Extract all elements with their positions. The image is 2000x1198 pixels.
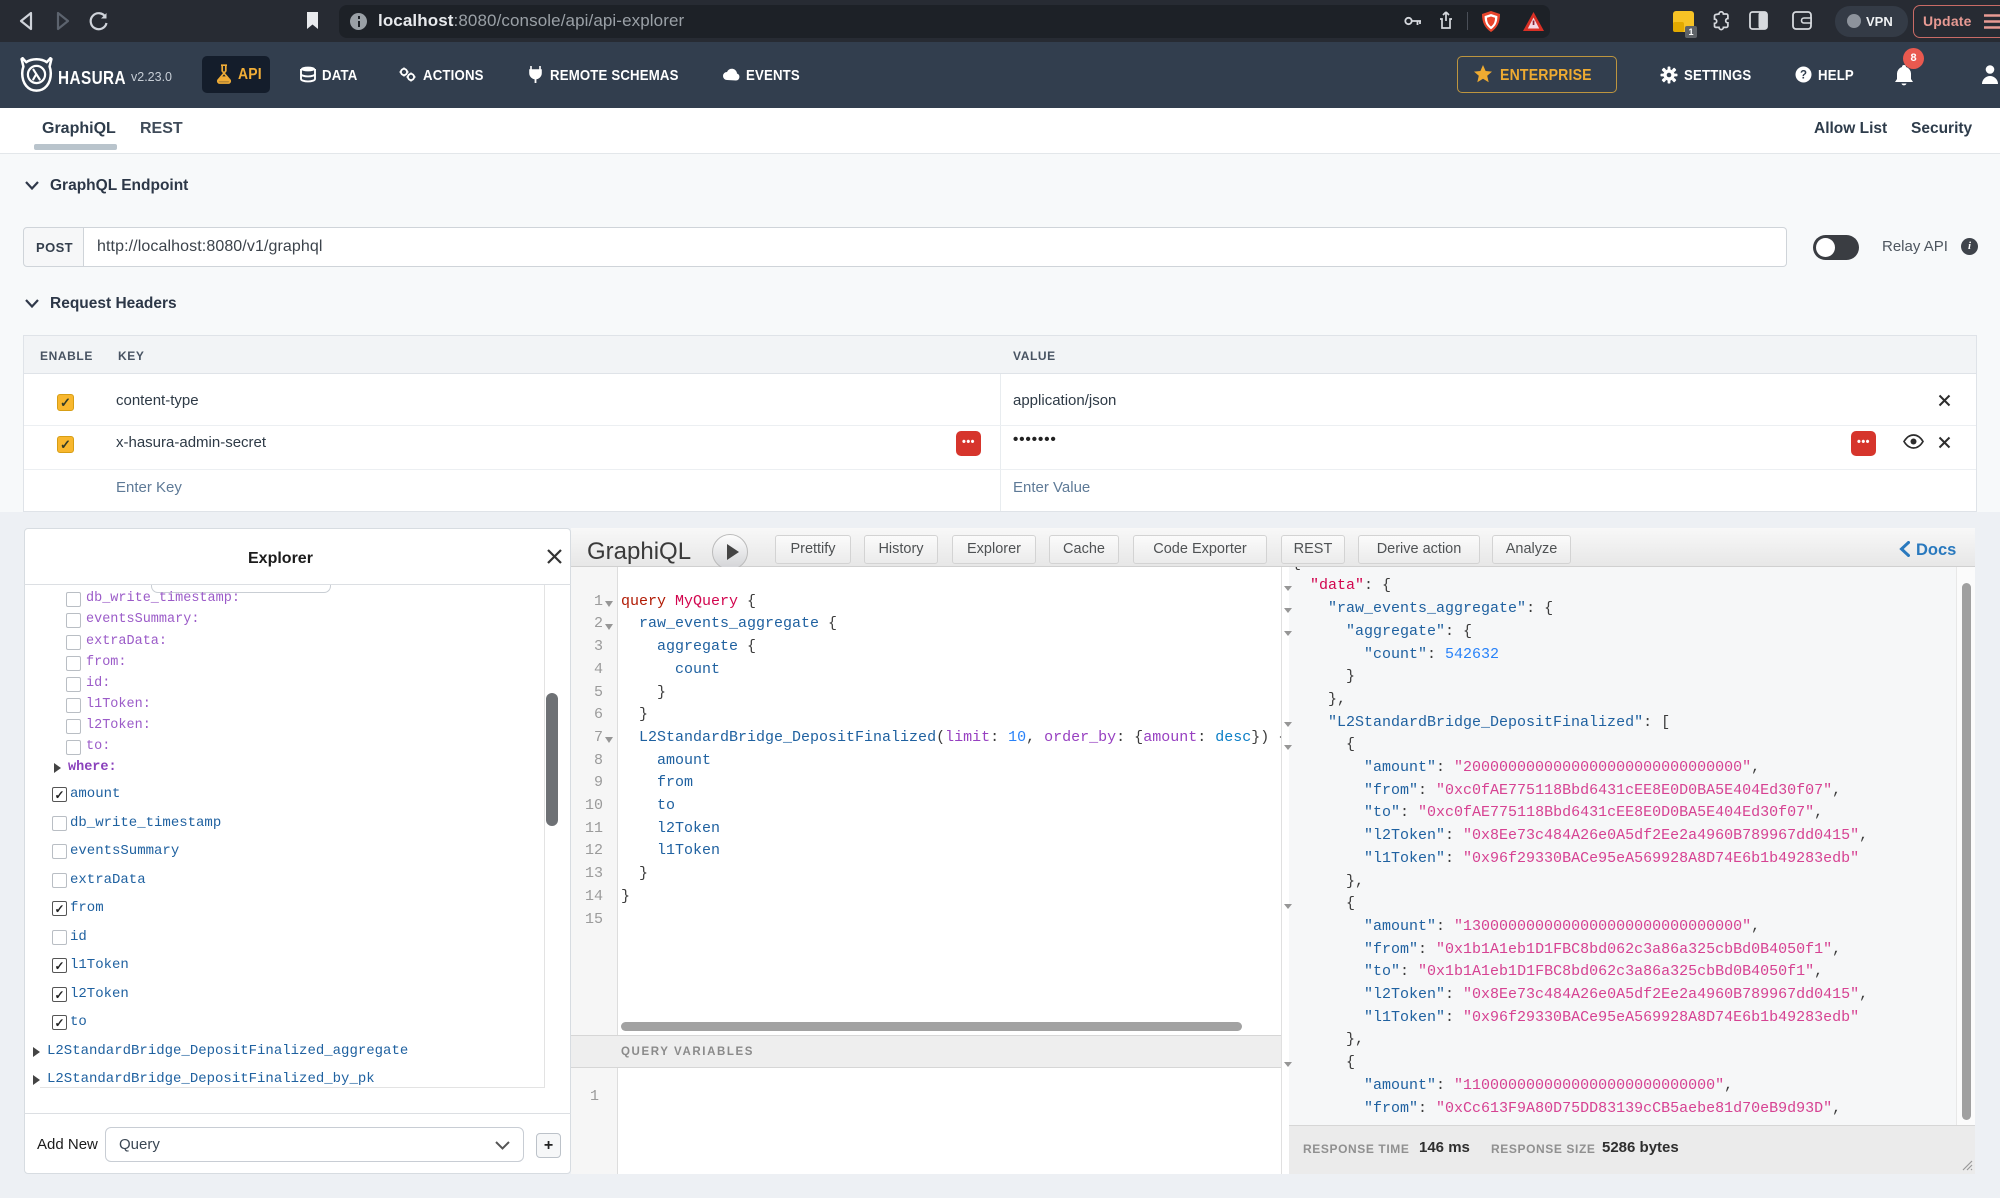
svg-text:?: ? [1800,70,1807,82]
